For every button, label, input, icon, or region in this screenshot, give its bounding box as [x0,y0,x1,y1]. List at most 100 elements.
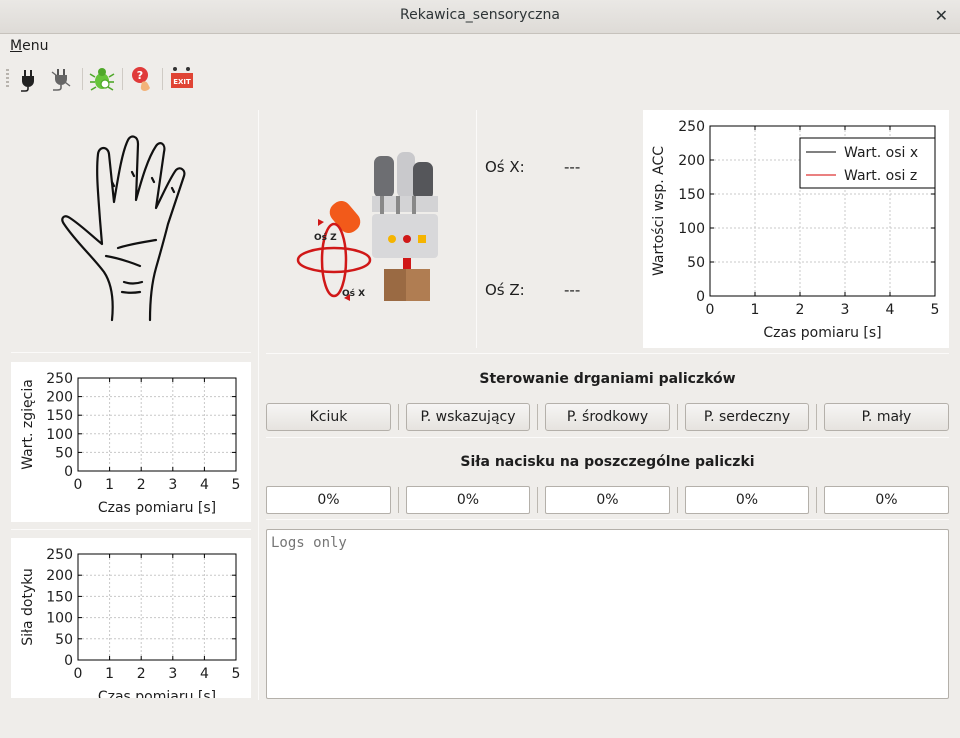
y-tick-label: 0 [64,464,73,480]
plug-connect-icon[interactable] [16,66,42,92]
y-tick-label: 50 [55,445,73,461]
menu-label: enu [22,38,49,54]
logs-textarea[interactable] [266,529,949,699]
toolbar: ? EXIT [0,60,960,96]
pressure-middle-value: 0% [545,486,670,514]
divider [266,437,949,438]
help-icon[interactable]: ? [129,66,155,92]
y-tick-label: 100 [678,221,705,237]
diagram-label-z: Oś Z [314,232,337,243]
legend-label: Wart. osi z [844,168,917,184]
divider [476,110,477,348]
button-separator [537,404,538,430]
plug-disconnect-icon[interactable] [48,66,74,92]
vibration-title: Sterowanie drganiami paliczków [479,371,736,387]
vibrate-little-button[interactable]: P. mały [824,403,949,431]
y-tick-label: 200 [46,568,73,584]
x-tick-label: 3 [841,302,850,318]
plot-frame [77,377,237,472]
field-separator [398,487,399,513]
menu-accelerator: M [10,38,23,54]
axis-z-label: Oś Z: [485,281,525,299]
field-separator [816,487,817,513]
touch-chart: 0 1 2 3 4 5 0 50 100 150 200 250 Czas pomiaru [s] Sił… [11,538,251,698]
y-tick-label: 0 [64,653,73,669]
x-axis-label: Czas pomiaru [s] [98,689,216,698]
y-tick-label: 250 [46,547,73,563]
divider [11,529,251,530]
svg-text:?: ? [137,69,143,82]
x-tick-label: 0 [706,302,715,318]
y-tick-label: 250 [678,119,705,135]
y-tick-label: 50 [687,255,705,271]
pressure-index-value: 0% [406,486,530,514]
x-axis-label: Czas pomiaru [s] [763,325,881,341]
divider [266,519,949,520]
title-bar: Rekawica_sensoryczna ✕ [0,0,960,34]
x-tick-label: 1 [105,666,114,682]
bend-chart: 0 1 2 3 4 5 0 50 100 150 200 250 Czas pomiaru [s] War… [11,362,251,522]
plot-frame [77,553,237,661]
axis-z-value: --- [564,281,581,299]
x-tick-label: 4 [200,666,209,682]
x-axis-label: Czas pomiaru [s] [98,500,216,516]
vibrate-ring-button[interactable]: P. serdeczny [685,403,809,431]
y-tick-label: 50 [55,632,73,648]
field-separator [677,487,678,513]
y-tick-label: 100 [46,611,73,627]
pressure-little-value: 0% [824,486,949,514]
x-tick-label: 0 [74,477,83,493]
y-tick-label: 200 [678,153,705,169]
y-tick-label: 100 [46,427,73,443]
axis-x-label: Oś X: [485,158,525,176]
pressure-title: Siła nacisku na poszczególne paliczki [460,454,755,470]
button-separator [816,404,817,430]
y-tick-label: 150 [678,187,705,203]
x-tick-label: 5 [931,302,940,318]
x-tick-label: 4 [886,302,895,318]
x-tick-label: 0 [74,666,83,682]
vibrate-thumb-button[interactable]: Kciuk [266,403,391,431]
diagram-label-x: Oś X [342,288,365,299]
toolbar-separator [82,68,83,90]
vibrate-middle-button[interactable]: P. środkowy [545,403,670,431]
divider [11,352,251,353]
x-tick-label: 5 [232,666,241,682]
x-tick-label: 2 [796,302,805,318]
exit-icon[interactable]: EXIT [169,66,195,92]
x-tick-label: 2 [137,666,146,682]
y-tick-label: 250 [46,371,73,387]
x-tick-label: 1 [105,477,114,493]
toolbar-separator [162,68,163,90]
toolbar-handle[interactable] [6,69,9,87]
y-axis-label: Siła dotyku [20,568,36,646]
exit-text: EXIT [173,78,191,86]
divider [266,353,949,354]
x-tick-label: 3 [168,666,177,682]
y-tick-label: 200 [46,390,73,406]
toolbar-separator [122,68,123,90]
pressure-thumb-value: 0% [266,486,391,514]
x-tick-label: 2 [137,477,146,493]
vibrate-index-button[interactable]: P. wskazujący [406,403,530,431]
close-icon[interactable]: ✕ [935,6,948,25]
pressure-ring-value: 0% [685,486,809,514]
menu-button[interactable]: Menu [10,38,48,54]
hand-image [52,132,202,324]
x-tick-label: 3 [168,477,177,493]
y-tick-label: 0 [696,289,705,305]
window-title: Rekawica_sensoryczna [400,7,560,23]
field-separator [537,487,538,513]
y-axis-label: Wartości wsp. ACC [651,146,667,276]
bug-icon[interactable] [89,66,115,92]
menu-bar: Menu [0,35,960,59]
button-separator [677,404,678,430]
y-tick-label: 150 [46,589,73,605]
button-separator [398,404,399,430]
glove-orientation-diagram: Oś Z Oś X [292,148,452,306]
divider [258,110,259,700]
y-tick-label: 150 [46,408,73,424]
legend-label: Wart. osi x [844,145,918,161]
acc-chart: 0 1 2 3 4 5 0 50 100 150 200 250 Czas pomiaru [s] War… [643,110,949,348]
x-tick-label: 1 [751,302,760,318]
